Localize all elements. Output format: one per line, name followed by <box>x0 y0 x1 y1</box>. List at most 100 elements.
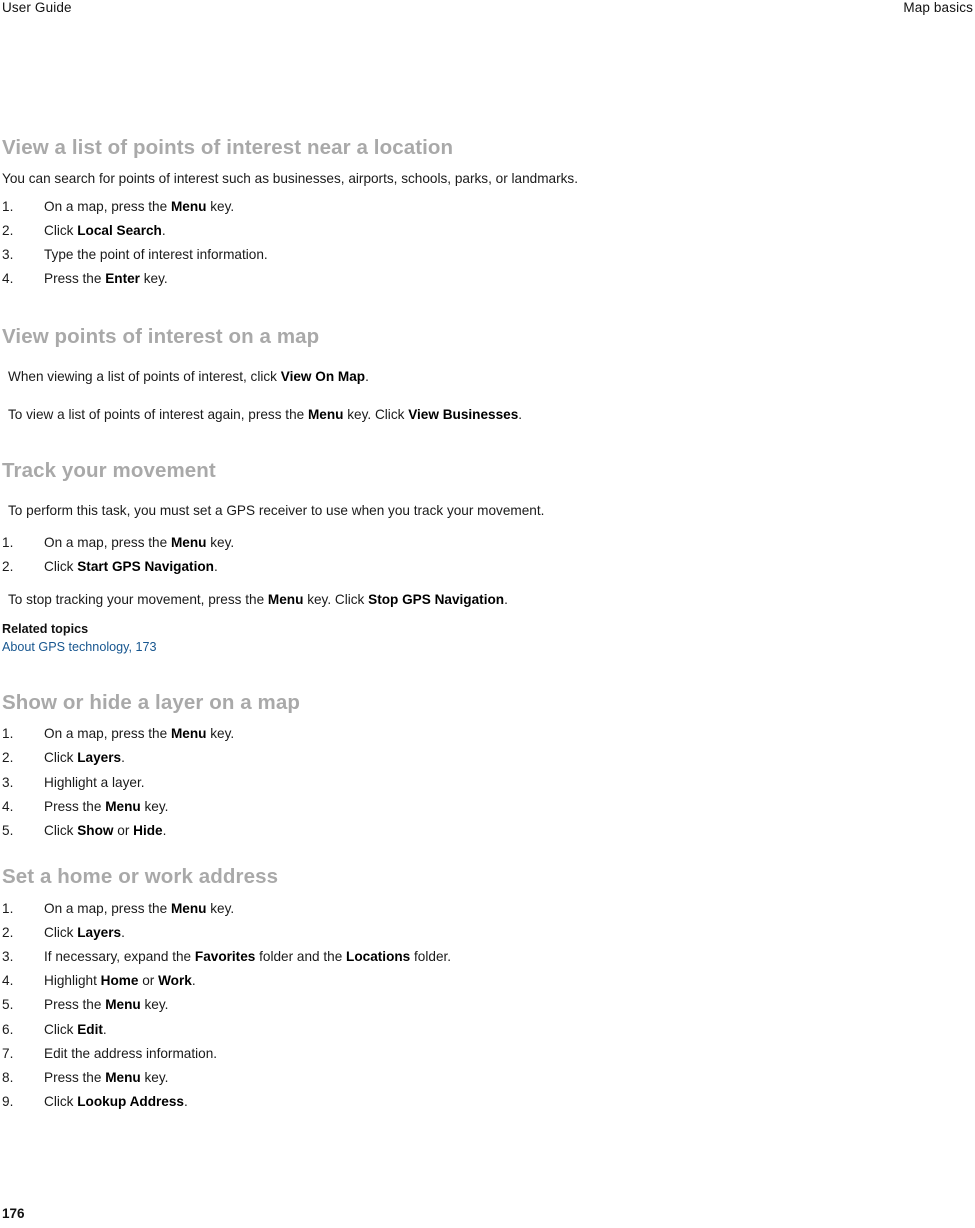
header-divider <box>0 18 975 19</box>
step-text-post: . <box>121 750 125 766</box>
step-text: Press the <box>44 997 106 1013</box>
step-text: Click <box>44 1094 78 1110</box>
paragraph-view-businesses: To view a list of points of interest aga… <box>0 404 690 425</box>
section-title-view-poi-list: View a list of points of interest near a… <box>2 136 454 159</box>
step-text: Press the <box>44 798 106 814</box>
step-text: Type the point of interest information. <box>44 247 268 262</box>
paragraph-text: To view a list of points of interest aga… <box>8 407 308 422</box>
list-item: Click Start GPS Navigation. <box>0 555 690 579</box>
paragraph-text: When viewing a list of points of interes… <box>8 368 281 384</box>
paragraph-view-on-map: When viewing a list of points of interes… <box>0 366 690 387</box>
steps-view-poi-list: On a map, press the Menu key. Click Loca… <box>0 195 690 292</box>
list-item: Press the Menu key. <box>0 1066 690 1090</box>
step-text: On a map, press the <box>44 198 171 214</box>
ui-label: Menu <box>267 592 304 608</box>
step-text: Click <box>44 822 78 838</box>
step-text-post: key. <box>206 534 235 550</box>
ui-label: Menu <box>105 798 141 814</box>
ui-label: Menu <box>170 198 207 214</box>
ui-label: Menu <box>105 1070 141 1085</box>
ui-label: Hide <box>133 822 163 838</box>
section-title-set-home-work-address: Set a home or work address <box>2 865 279 889</box>
step-text-mid: or <box>113 822 134 838</box>
step-text: Edit the address information. <box>44 1045 218 1061</box>
list-item: Edit the address information. <box>0 1042 690 1066</box>
ui-label: Menu <box>170 534 207 550</box>
step-text: On a map, press the <box>44 900 171 916</box>
step-text: Click <box>44 924 78 940</box>
ui-label: View On Map <box>280 368 366 384</box>
ui-label: View Businesses <box>408 407 519 422</box>
ui-label: Locations <box>346 949 411 965</box>
list-item: On a map, press the Menu key. <box>0 897 690 921</box>
step-text-mid: folder and the <box>255 949 347 965</box>
step-text-post: . <box>183 1094 188 1110</box>
ui-label: Home <box>100 973 139 989</box>
list-item: On a map, press the Menu key. <box>0 531 690 555</box>
section-title-track-movement: Track your movement <box>2 459 216 483</box>
steps-set-home-work-address: On a map, press the Menu key. Click Laye… <box>0 897 690 1115</box>
list-item: Click Show or Hide. <box>0 819 690 843</box>
list-item: Press the Enter key. <box>0 267 690 291</box>
ui-label: Menu <box>307 407 344 422</box>
section-title-show-hide-layer: Show or hide a layer on a map <box>2 690 301 714</box>
ui-label: Favorites <box>194 949 256 965</box>
list-item: Type the point of interest information. <box>0 243 690 267</box>
ui-label: Stop GPS Navigation <box>368 592 505 608</box>
step-text: Highlight a layer. <box>44 774 145 790</box>
list-item: If necessary, expand the Favorites folde… <box>0 945 690 969</box>
step-text: If necessary, expand the <box>44 949 195 965</box>
step-text: On a map, press the <box>44 726 171 742</box>
footer-divider <box>0 1196 975 1197</box>
related-topics-label: Related topics <box>2 622 89 637</box>
step-text: Press the <box>44 1070 106 1085</box>
step-text-post: folder. <box>410 949 452 965</box>
list-item: Click Edit. <box>0 1018 690 1042</box>
step-text: Press the <box>44 271 106 287</box>
step-text: Highlight <box>44 973 101 989</box>
list-item: Click Lookup Address. <box>0 1090 690 1114</box>
list-item: Highlight Home or Work. <box>0 969 690 993</box>
step-text-post: key. <box>206 726 235 742</box>
ui-label: Lookup Address <box>77 1094 184 1110</box>
step-text-post: . <box>161 222 166 238</box>
ui-label: Local Search <box>77 222 162 238</box>
paragraph-text-mid: key. Click <box>343 407 409 422</box>
step-text-post: . <box>191 973 196 989</box>
step-text-post: key. <box>140 997 169 1013</box>
page-number: 176 <box>2 1206 25 1221</box>
running-header-right: Map basics <box>903 0 973 15</box>
related-topics-link-about-gps-technology[interactable]: About GPS technology, 173 <box>0 638 157 656</box>
step-text-post: . <box>213 558 218 574</box>
step-text-post: key. <box>139 271 168 287</box>
running-header: User Guide Map basics <box>0 0 975 18</box>
step-text-post: . <box>162 822 167 838</box>
step-text: Click <box>44 558 78 574</box>
section-intro-view-poi-list: You can search for points of interest su… <box>2 170 579 186</box>
ui-label: Menu <box>170 900 207 916</box>
paragraph-text-post: . <box>365 368 369 384</box>
ui-label: Enter <box>105 271 140 287</box>
list-item: Click Local Search. <box>0 219 690 243</box>
paragraph-text-post: . <box>518 407 523 422</box>
step-text: On a map, press the <box>44 534 171 550</box>
page-content: View a list of points of interest near a… <box>0 136 690 1115</box>
ui-label: Edit <box>77 1021 103 1037</box>
step-text: Click <box>44 1021 78 1037</box>
step-text: Click <box>44 222 78 238</box>
list-item: On a map, press the Menu key. <box>0 722 690 746</box>
step-text: Click <box>44 750 78 766</box>
ui-label: Menu <box>105 997 141 1013</box>
step-text-post: key. <box>206 900 235 916</box>
step-text-post: . <box>121 924 125 940</box>
step-text-post: key. <box>140 798 169 814</box>
list-item: Highlight a layer. <box>0 771 690 795</box>
paragraph-text: To stop tracking your movement, press th… <box>8 592 268 608</box>
paragraph-text-post: . <box>504 592 508 608</box>
list-item: Press the Menu key. <box>0 993 690 1017</box>
paragraph-stop-tracking: To stop tracking your movement, press th… <box>0 589 690 610</box>
step-text-post: key. <box>206 198 235 214</box>
ui-label: Work <box>158 973 192 989</box>
list-item: Click Layers. <box>0 921 690 945</box>
section-intro-track-movement: To perform this task, you must set a GPS… <box>8 502 545 518</box>
